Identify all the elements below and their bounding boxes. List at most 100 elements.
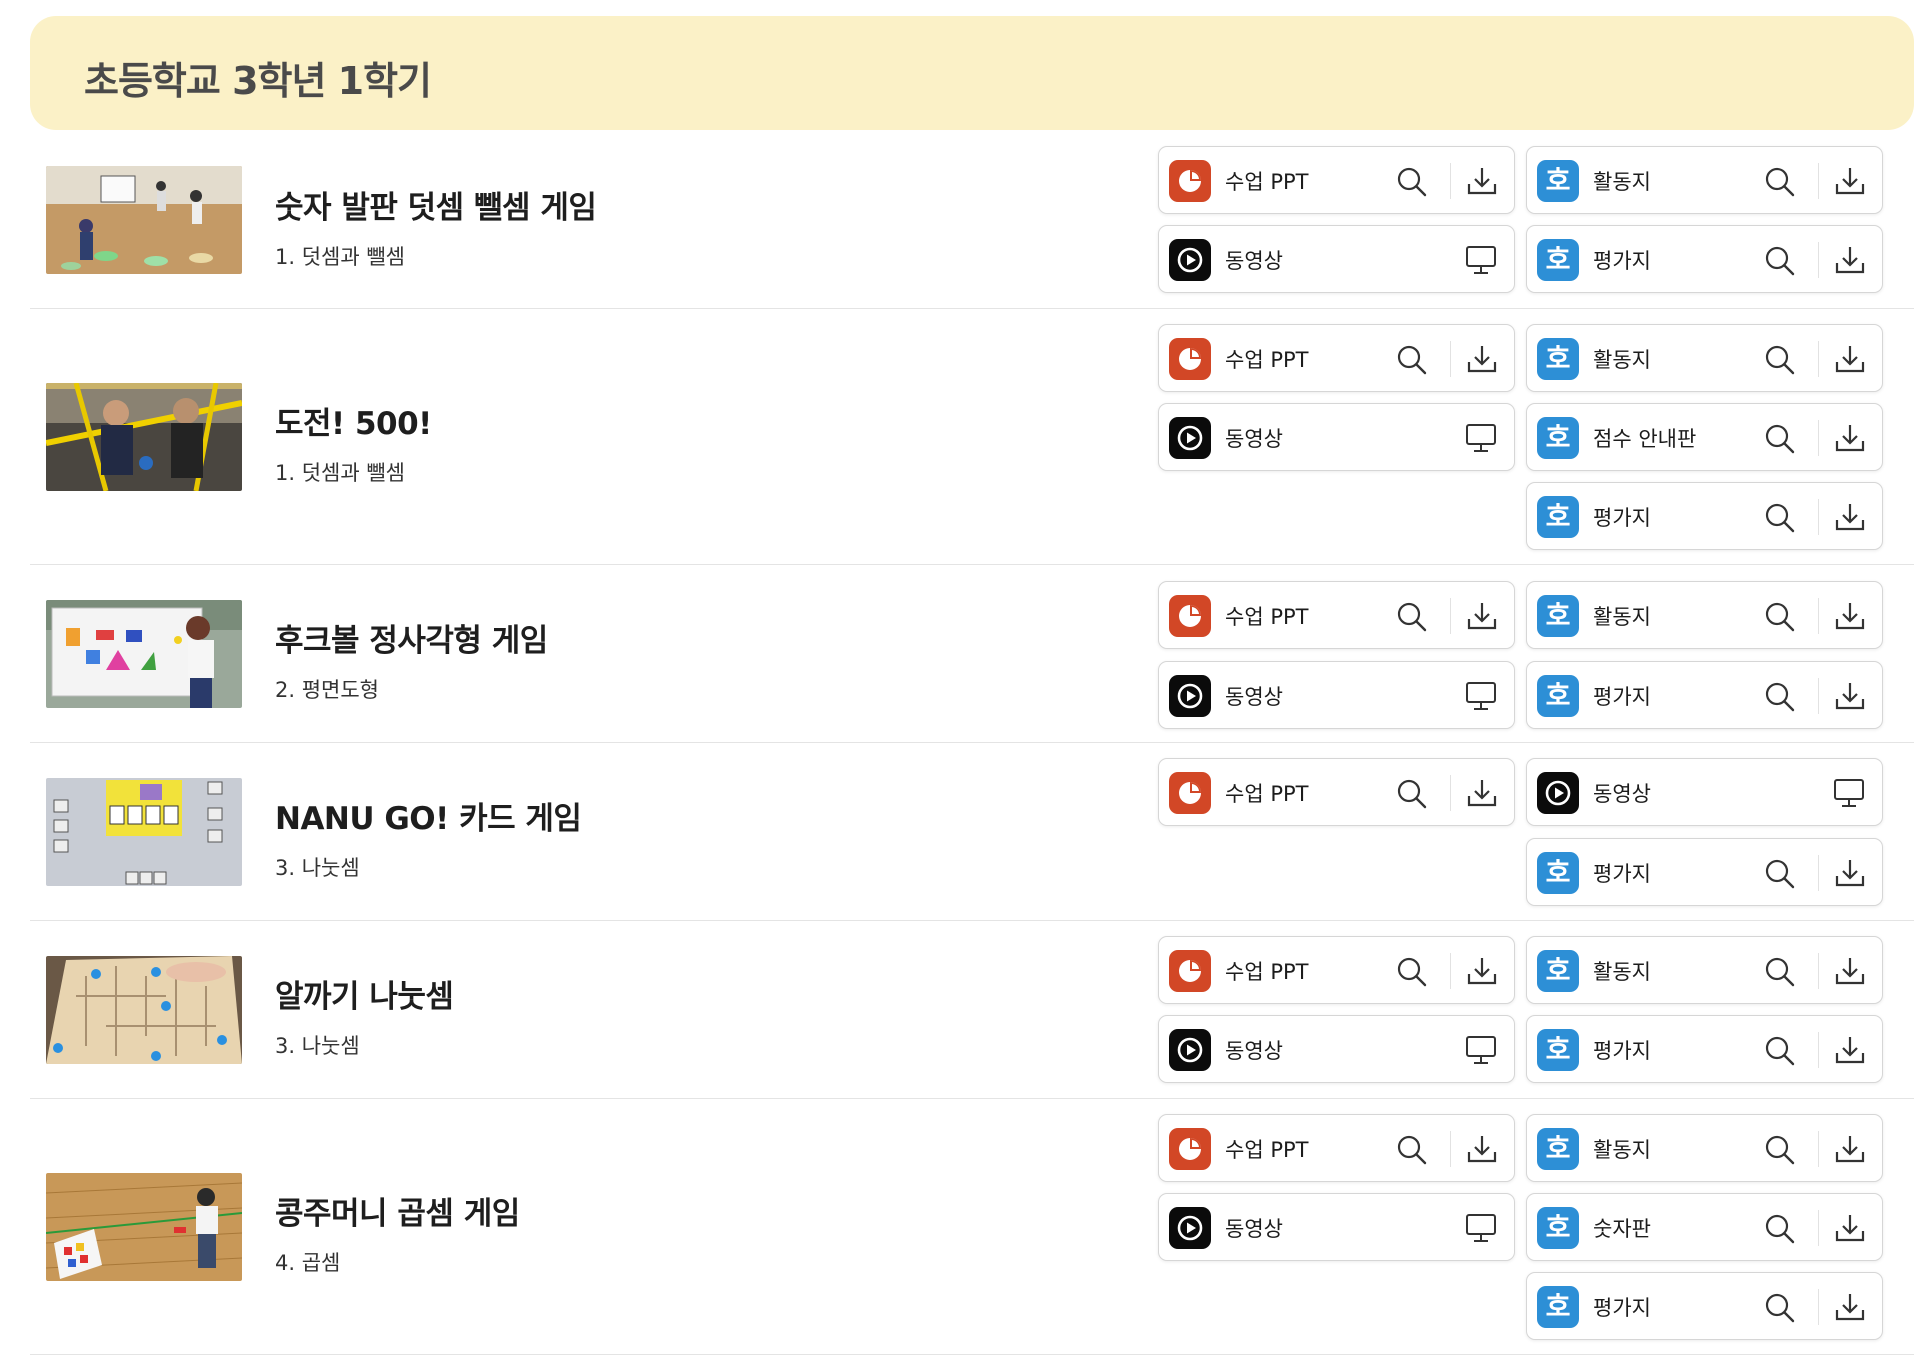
lesson-title[interactable]: 콩주머니 곱셈 게임 [275, 1188, 520, 1233]
download-icon[interactable] [1833, 164, 1867, 198]
resource-label: 평가지 [1593, 506, 1651, 530]
lesson-row: 도전! 500! 1. 덧셈과 뺄셈 수업 PPT 동영상 호 활동지 호 점수… [30, 309, 1914, 565]
hwp-document-icon: 호 [1537, 338, 1579, 380]
download-icon[interactable] [1833, 1132, 1867, 1166]
search-icon[interactable] [1763, 244, 1797, 278]
resource-label: 활동지 [1593, 348, 1651, 372]
download-icon[interactable] [1833, 1033, 1867, 1067]
lesson-thumbnail[interactable] [46, 166, 242, 274]
search-icon[interactable] [1763, 857, 1797, 891]
search-icon[interactable] [1395, 165, 1429, 199]
lesson-thumbnail[interactable] [46, 600, 242, 708]
search-icon[interactable] [1395, 955, 1429, 989]
monitor-icon[interactable] [1464, 1034, 1498, 1066]
lesson-row: 알까기 나눗셈 3. 나눗셈 수업 PPT 동영상 호 활동지 호 평가지 [30, 921, 1914, 1099]
powerpoint-icon [1169, 772, 1211, 814]
download-icon[interactable] [1465, 1132, 1499, 1166]
search-icon[interactable] [1763, 1291, 1797, 1325]
lesson-title[interactable]: 후크볼 정사각형 게임 [275, 615, 548, 660]
resource-label: 수업 PPT [1225, 348, 1309, 372]
lesson-row: 숫자 발판 덧셈 뺄셈 게임 1. 덧셈과 뺄셈 수업 PPT 동영상 호 활동… [30, 138, 1914, 309]
resource-label: 활동지 [1593, 1138, 1651, 1162]
lesson-unit: 3. 나눗셈 [275, 1034, 360, 1058]
divider [1450, 163, 1451, 199]
download-icon[interactable] [1833, 856, 1867, 890]
lesson-row: NANU GO! 카드 게임 3. 나눗셈 수업 PPT 동영상 호 평가지 [30, 743, 1914, 921]
divider [1818, 598, 1819, 634]
search-icon[interactable] [1763, 165, 1797, 199]
lesson-thumbnail[interactable] [46, 1173, 242, 1281]
monitor-icon[interactable] [1464, 1212, 1498, 1244]
download-icon[interactable] [1465, 599, 1499, 633]
lesson-title[interactable]: 알까기 나눗셈 [275, 971, 454, 1016]
search-icon[interactable] [1763, 600, 1797, 634]
lesson-thumbnail[interactable] [46, 778, 242, 886]
search-icon[interactable] [1395, 1133, 1429, 1167]
ppt-resource: 수업 PPT [1158, 324, 1515, 392]
ppt-resource: 수업 PPT [1158, 1114, 1515, 1182]
download-icon[interactable] [1833, 500, 1867, 534]
lesson-title[interactable]: NANU GO! 카드 게임 [275, 793, 582, 838]
powerpoint-icon [1169, 338, 1211, 380]
video-resource: 동영상 [1158, 661, 1515, 729]
download-icon[interactable] [1833, 1290, 1867, 1324]
lesson-thumbnail[interactable] [46, 956, 242, 1064]
download-icon[interactable] [1833, 243, 1867, 277]
resource-label: 평가지 [1593, 862, 1651, 886]
download-icon[interactable] [1465, 954, 1499, 988]
search-icon[interactable] [1763, 343, 1797, 377]
video-resource: 동영상 [1158, 403, 1515, 471]
eval-resource: 호 평가지 [1526, 838, 1883, 906]
download-icon[interactable] [1833, 679, 1867, 713]
search-icon[interactable] [1763, 1133, 1797, 1167]
download-icon[interactable] [1833, 421, 1867, 455]
resource-label: 동영상 [1225, 249, 1283, 273]
activity-resource: 호 활동지 [1526, 1114, 1883, 1182]
search-icon[interactable] [1395, 777, 1429, 811]
search-icon[interactable] [1395, 600, 1429, 634]
score-board-resource: 호 점수 안내판 [1526, 403, 1883, 471]
resource-label: 동영상 [1225, 685, 1283, 709]
resource-label: 수업 PPT [1225, 960, 1309, 984]
download-icon[interactable] [1465, 776, 1499, 810]
download-icon[interactable] [1465, 164, 1499, 198]
number-board-resource: 호 숫자판 [1526, 1193, 1883, 1261]
divider [1818, 499, 1819, 535]
monitor-icon[interactable] [1832, 777, 1866, 809]
download-icon[interactable] [1833, 954, 1867, 988]
play-icon [1537, 772, 1579, 814]
search-icon[interactable] [1763, 680, 1797, 714]
download-icon[interactable] [1833, 342, 1867, 376]
resource-label: 활동지 [1593, 170, 1651, 194]
monitor-icon[interactable] [1464, 680, 1498, 712]
search-icon[interactable] [1395, 343, 1429, 377]
video-resource: 동영상 [1158, 1015, 1515, 1083]
hwp-document-icon: 호 [1537, 675, 1579, 717]
download-icon[interactable] [1465, 342, 1499, 376]
divider [1450, 953, 1451, 989]
divider [1450, 1131, 1451, 1167]
resource-label: 평가지 [1593, 1039, 1651, 1063]
divider [1818, 953, 1819, 989]
lesson-title[interactable]: 숫자 발판 덧셈 뺄셈 게임 [275, 182, 597, 227]
monitor-icon[interactable] [1464, 422, 1498, 454]
search-icon[interactable] [1763, 1212, 1797, 1246]
search-icon[interactable] [1763, 422, 1797, 456]
activity-resource: 호 활동지 [1526, 581, 1883, 649]
lesson-thumbnail[interactable] [46, 383, 242, 491]
activity-resource: 호 활동지 [1526, 146, 1883, 214]
lesson-title[interactable]: 도전! 500! [275, 398, 432, 443]
hwp-document-icon: 호 [1537, 1286, 1579, 1328]
hwp-document-icon: 호 [1537, 1029, 1579, 1071]
divider [1818, 1210, 1819, 1246]
search-icon[interactable] [1763, 1034, 1797, 1068]
search-icon[interactable] [1763, 955, 1797, 989]
hwp-document-icon: 호 [1537, 950, 1579, 992]
eval-resource: 호 평가지 [1526, 482, 1883, 550]
page-title: 초등학교 3학년 1학기 [84, 59, 432, 103]
download-icon[interactable] [1833, 1211, 1867, 1245]
search-icon[interactable] [1763, 501, 1797, 535]
download-icon[interactable] [1833, 599, 1867, 633]
activity-resource: 호 활동지 [1526, 324, 1883, 392]
monitor-icon[interactable] [1464, 244, 1498, 276]
